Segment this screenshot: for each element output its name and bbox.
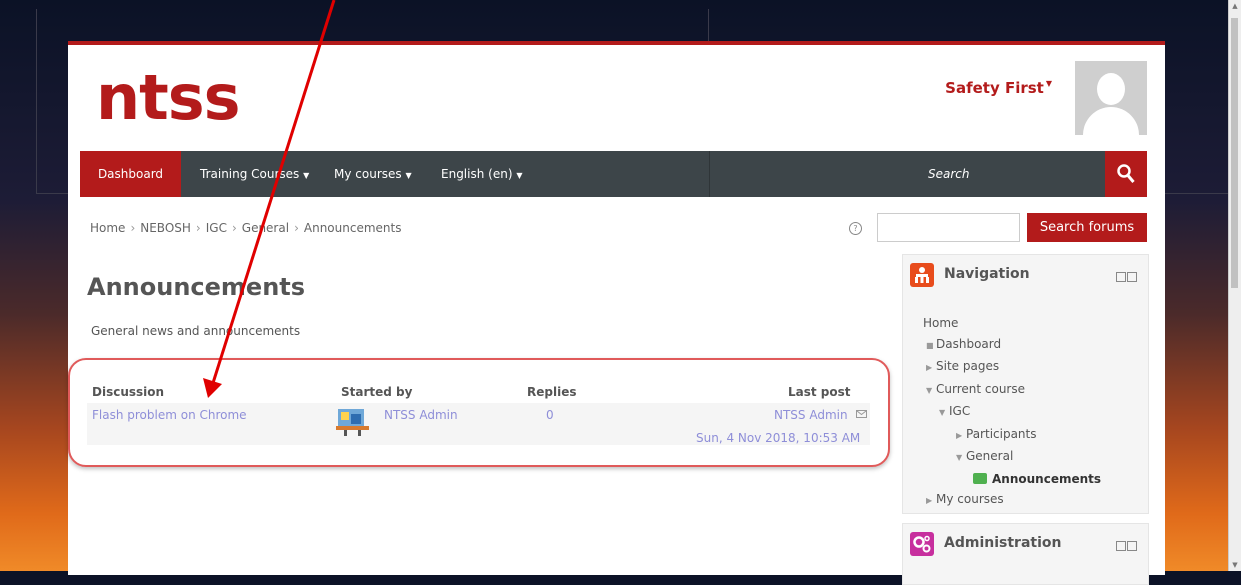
nav-tree-current-course[interactable]: Current course <box>936 382 1025 396</box>
forum-icon <box>973 472 987 484</box>
breadcrumb-igc[interactable]: IGC <box>206 221 227 235</box>
user-menu[interactable]: Safety First ▼ <box>945 79 1052 97</box>
scroll-down-icon[interactable]: ▼ <box>1229 559 1241 571</box>
forum-description: General news and announcements <box>91 324 301 338</box>
scroll-up-icon[interactable]: ▲ <box>1229 0 1241 12</box>
navbar-search-input[interactable]: Search <box>928 151 970 197</box>
triangle-down-icon[interactable]: ▼ <box>926 381 936 402</box>
page-scrollbar[interactable]: ▲ ▼ <box>1228 0 1241 571</box>
main-navbar: Dashboard Training Courses ▼ My courses … <box>80 151 1147 197</box>
bullet-icon: ■ <box>926 340 934 350</box>
triangle-right-icon[interactable]: ▶ <box>956 426 966 447</box>
nav-tree-dashboard[interactable]: Dashboard <box>936 337 1001 351</box>
triangle-down-icon[interactable]: ▼ <box>939 403 949 424</box>
breadcrumb-general[interactable]: General <box>242 221 289 235</box>
nav-dashboard[interactable]: Dashboard <box>80 151 181 197</box>
breadcrumb-nebosh[interactable]: NEBOSH <box>140 221 191 235</box>
gears-icon <box>910 532 934 556</box>
triangle-down-icon[interactable]: ▼ <box>956 448 966 469</box>
nav-tree-general[interactable]: General <box>966 449 1013 463</box>
help-icon[interactable]: ? <box>849 222 862 235</box>
nav-tree-site-pages[interactable]: Site pages <box>936 359 999 373</box>
block-controls[interactable] <box>1115 272 1137 284</box>
search-forums-button[interactable]: Search forums <box>1027 213 1147 242</box>
caret-down-icon: ▼ <box>405 171 412 180</box>
navigation-tree: Home ■ Dashboard ▶ Site pages ▼ Current cou… <box>923 313 1101 512</box>
nav-tree-my-courses[interactable]: My courses <box>936 492 1004 506</box>
breadcrumb: Home › NEBOSH › IGC › General › Announcements <box>90 221 401 235</box>
scrollbar-thumb[interactable] <box>1231 18 1238 288</box>
user-menu-label: Safety First <box>945 79 1044 97</box>
nav-tree-participants[interactable]: Participants <box>966 427 1037 441</box>
breadcrumb-announcements[interactable]: Announcements <box>304 221 402 235</box>
caret-down-icon: ▼ <box>303 171 310 180</box>
nav-tree-home[interactable]: Home <box>923 313 1101 334</box>
breadcrumb-separator: › <box>195 221 201 235</box>
triangle-right-icon[interactable]: ▶ <box>926 491 936 512</box>
navbar-divider <box>709 151 710 197</box>
nav-training-courses-label: Training Courses <box>200 167 300 181</box>
navigation-block-title: Navigation <box>944 266 1030 282</box>
breadcrumb-separator: › <box>294 221 299 235</box>
nav-training-courses[interactable]: Training Courses ▼ <box>200 151 309 197</box>
nav-my-courses-label: My courses <box>334 167 402 181</box>
nav-tree-igc[interactable]: IGC <box>949 404 970 418</box>
moodle-page: ntss Safety First ▼ Dashboard Training Co… <box>68 41 1165 585</box>
navigation-block: Navigation Home ■ Dashboard ▶ Site pages ▼… <box>902 254 1149 514</box>
nav-language[interactable]: English (en) ▼ <box>441 151 522 197</box>
breadcrumb-separator: › <box>130 221 136 235</box>
administration-block: Administration <box>902 523 1149 585</box>
triangle-right-icon[interactable]: ▶ <box>926 358 936 379</box>
navigation-icon <box>910 263 934 287</box>
breadcrumb-home[interactable]: Home <box>90 221 125 235</box>
caret-down-icon: ▼ <box>1045 79 1052 88</box>
search-icon <box>1117 164 1135 183</box>
navbar-search-button[interactable] <box>1105 151 1147 197</box>
avatar[interactable] <box>1075 61 1147 135</box>
block-controls[interactable] <box>1115 541 1137 553</box>
nav-language-label: English (en) <box>441 167 513 181</box>
breadcrumb-separator: › <box>231 221 237 235</box>
nav-my-courses[interactable]: My courses ▼ <box>334 151 412 197</box>
nav-tree-announcements[interactable]: Announcements <box>992 472 1101 486</box>
forum-search-input[interactable] <box>877 213 1020 242</box>
annotation-highlight <box>68 358 890 467</box>
site-logo[interactable]: ntss <box>96 67 241 129</box>
caret-down-icon: ▼ <box>516 171 523 180</box>
page-title: Announcements <box>87 273 306 301</box>
administration-block-title: Administration <box>944 535 1062 551</box>
